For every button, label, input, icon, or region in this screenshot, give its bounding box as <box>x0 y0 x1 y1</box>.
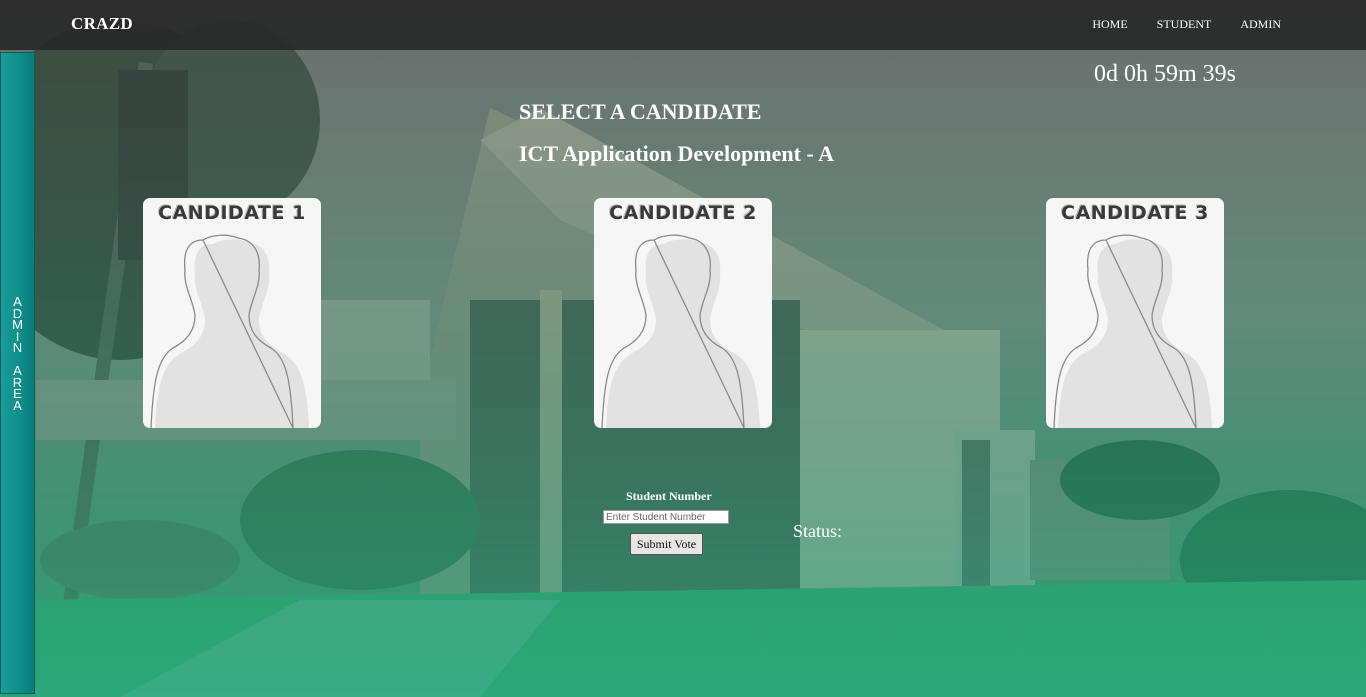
top-navbar: CRAZD HOME STUDENT ADMIN <box>0 0 1366 50</box>
candidate-label: CANDIDATE 1 <box>158 202 306 224</box>
candidate-label: CANDIDATE 2 <box>609 202 757 224</box>
student-number-input[interactable] <box>603 510 729 524</box>
course-title: ICT Application Development - A <box>519 141 834 166</box>
candidate-card-3[interactable]: CANDIDATE 3 <box>1046 198 1224 428</box>
avatar-placeholder-icon <box>601 234 760 428</box>
page-title: SELECT A CANDIDATE <box>519 99 762 124</box>
countdown-timer: 0d 0h 59m 39s <box>1094 61 1237 87</box>
admin-area-tab[interactable]: A D M I N A R E A <box>0 52 35 694</box>
avatar-placeholder-icon <box>1053 234 1212 428</box>
nav-links: HOME STUDENT ADMIN <box>1092 17 1281 32</box>
nav-link-admin[interactable]: ADMIN <box>1240 17 1281 32</box>
status-label: Status: <box>793 521 843 541</box>
brand-logo[interactable]: CRAZD <box>71 14 133 34</box>
candidate-card-2[interactable]: CANDIDATE 2 <box>594 198 772 428</box>
admin-area-label: A D M I N A R E A <box>12 294 23 413</box>
nav-link-home[interactable]: HOME <box>1092 17 1127 32</box>
candidate-card-1[interactable]: CANDIDATE 1 <box>143 198 321 428</box>
candidate-label: CANDIDATE 3 <box>1061 202 1209 224</box>
submit-vote-button[interactable]: Submit Vote <box>630 533 703 555</box>
student-number-label: Student Number <box>626 489 712 503</box>
nav-link-student[interactable]: STUDENT <box>1157 17 1212 32</box>
avatar-placeholder-icon <box>150 234 309 428</box>
